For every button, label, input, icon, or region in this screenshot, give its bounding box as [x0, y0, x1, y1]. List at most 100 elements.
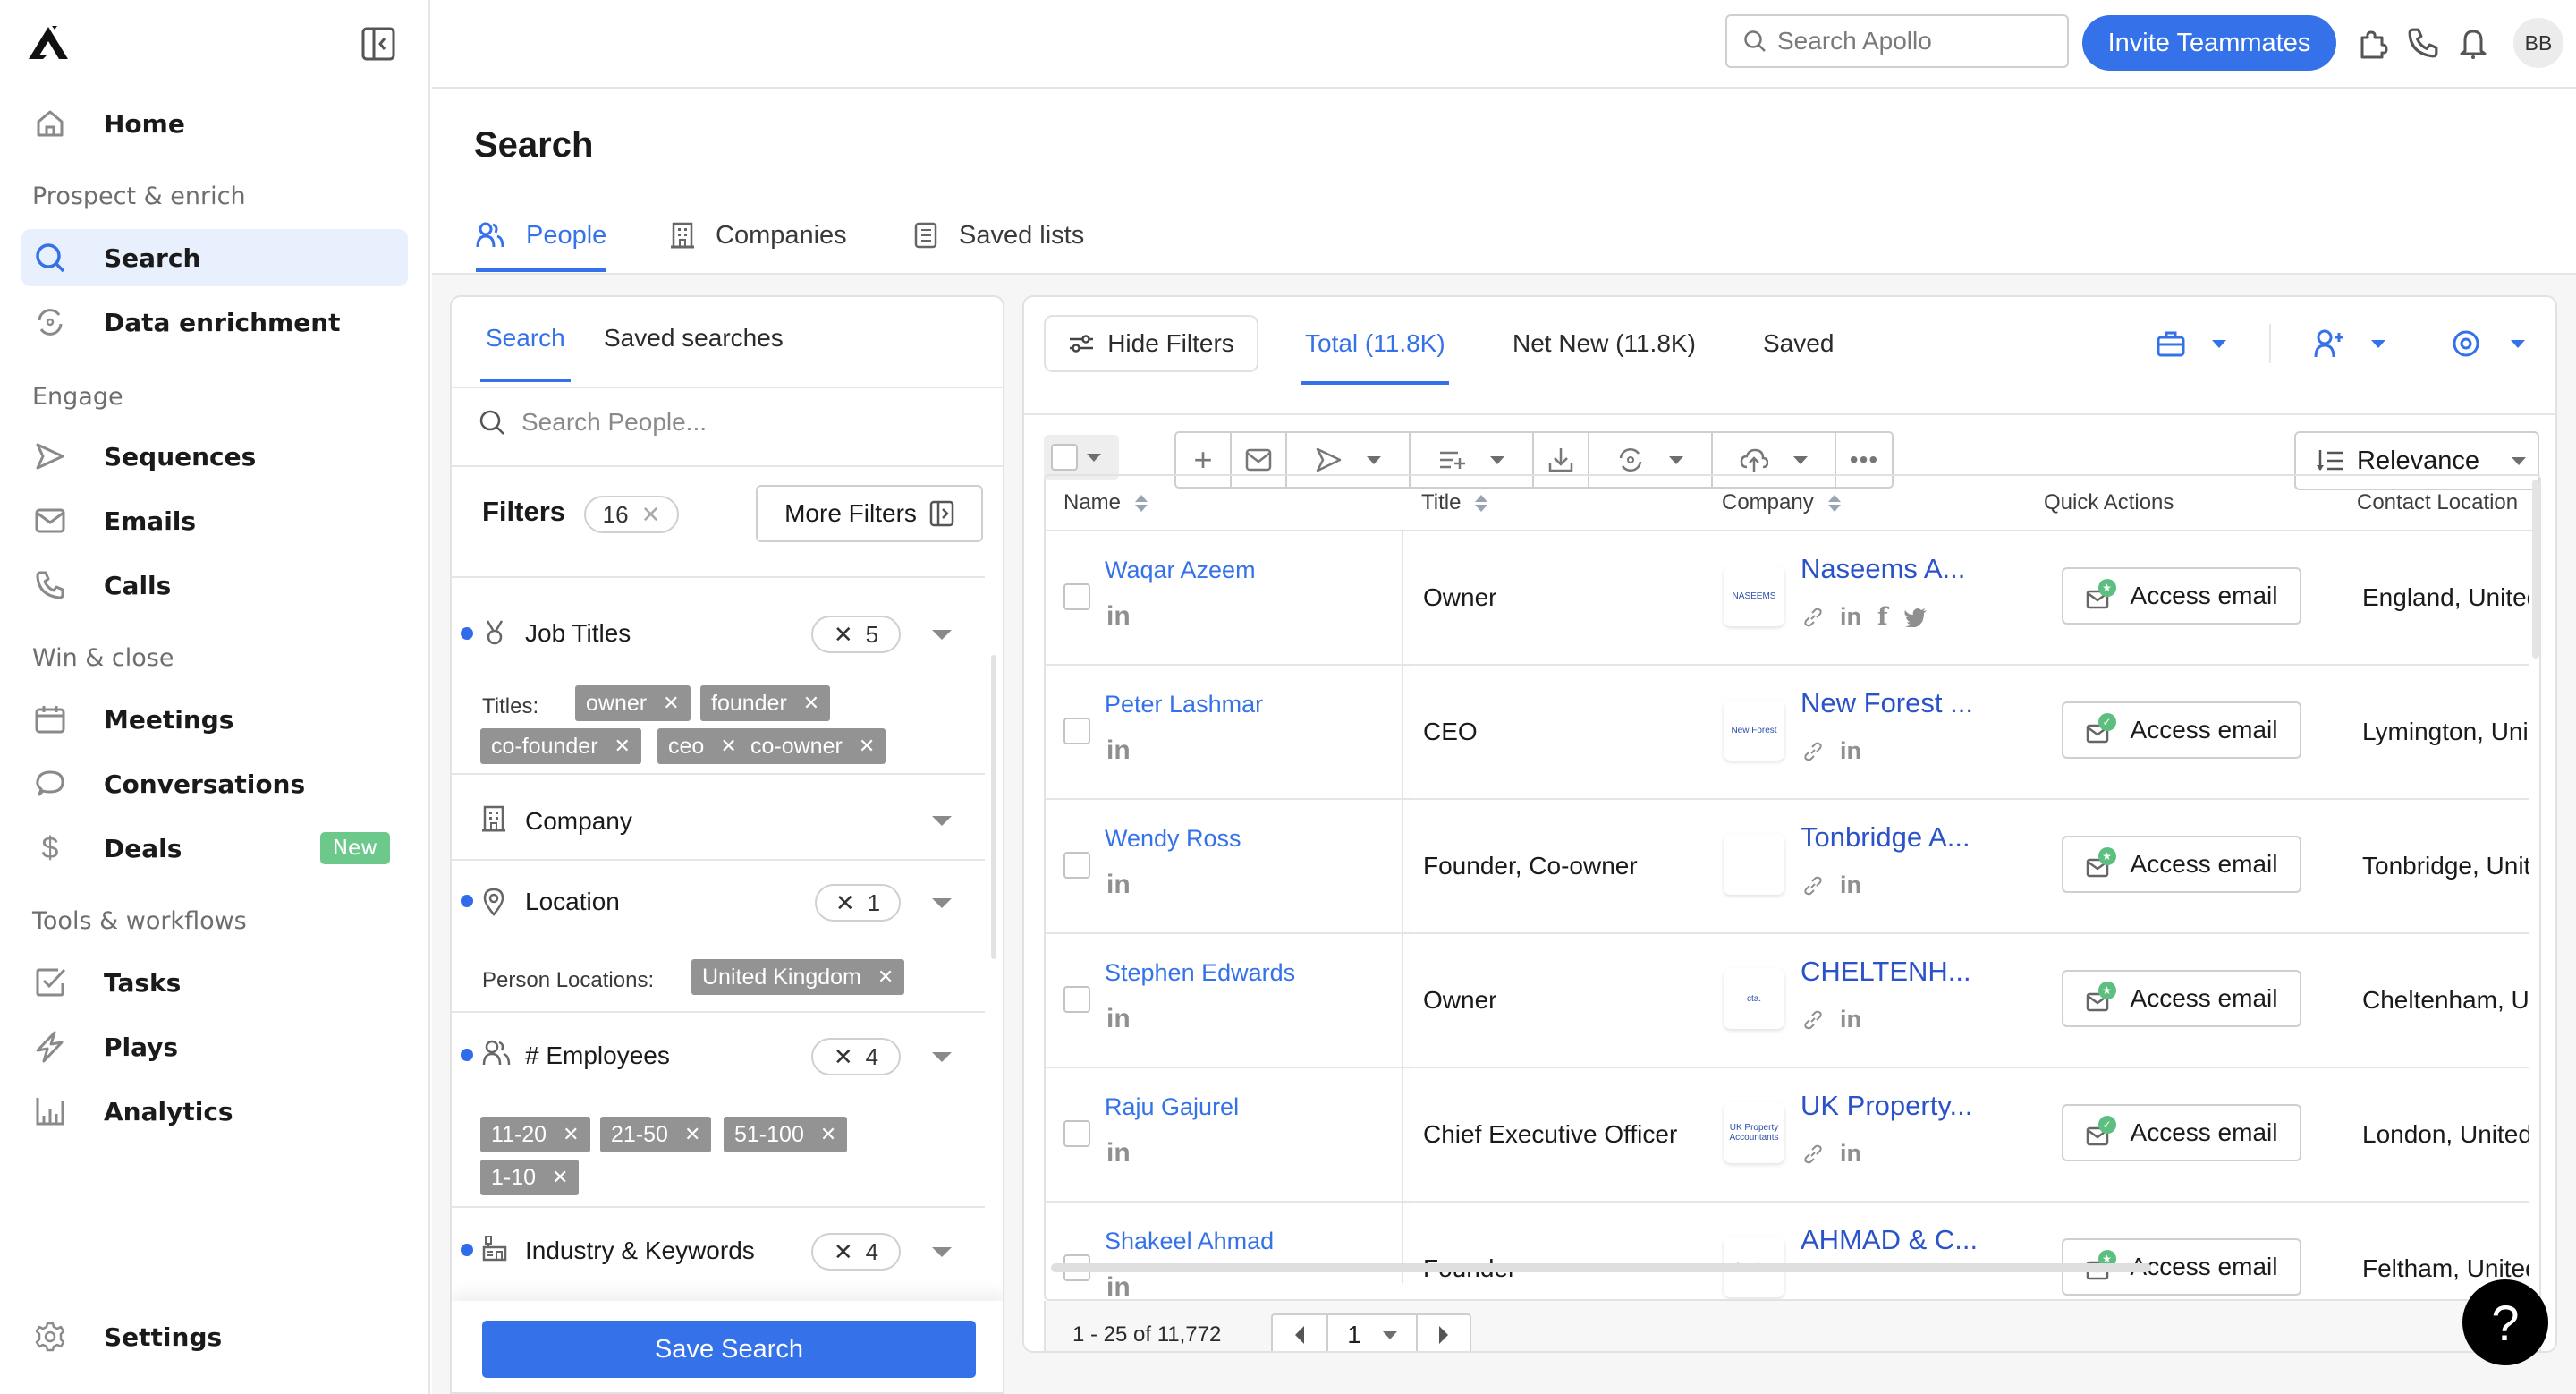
close-icon[interactable]: ✕ — [859, 735, 875, 758]
add-contact-button[interactable] — [2314, 329, 2385, 358]
access-email-button[interactable]: ★ Access email — [2062, 836, 2301, 893]
facebook-icon[interactable]: f — [1877, 603, 1888, 631]
close-icon[interactable]: ✕ — [803, 692, 819, 715]
chevron-down-icon[interactable] — [932, 816, 952, 826]
tab-saved-lists[interactable]: Saved lists — [914, 204, 1084, 267]
row-checkbox[interactable] — [1063, 718, 1090, 744]
company-logo[interactable] — [1724, 834, 1784, 895]
view-options-button[interactable] — [2452, 329, 2525, 358]
close-icon[interactable]: ✕ — [552, 1166, 568, 1189]
global-search-input[interactable]: Search Apollo — [1725, 14, 2069, 68]
linkedin-icon[interactable]: in — [1106, 1004, 1131, 1034]
close-icon[interactable]: ✕ — [720, 735, 736, 758]
person-name-link[interactable]: Shakeel Ahmad — [1105, 1228, 1274, 1255]
column-header-company[interactable]: Company — [1722, 476, 1841, 530]
tab-companies[interactable]: Companies — [671, 204, 847, 267]
sidebar-item-calls[interactable]: Calls — [21, 557, 408, 614]
company-logo[interactable]: UK Property Accountants — [1724, 1102, 1784, 1163]
access-email-button[interactable]: ✓ Access email — [2062, 701, 2301, 759]
column-header-contact-location[interactable]: Contact Location — [2357, 476, 2532, 530]
access-email-button[interactable]: ★ Access email — [2062, 970, 2301, 1027]
linkedin-icon[interactable]: in — [1106, 735, 1131, 766]
filter-tab-search[interactable]: Search — [480, 324, 571, 382]
close-icon[interactable]: ✕ — [820, 1123, 836, 1146]
filter-label[interactable]: Job Titles — [525, 619, 631, 648]
collapse-sidebar-button[interactable] — [361, 27, 395, 61]
row-checkbox[interactable] — [1063, 852, 1090, 879]
close-icon[interactable]: ✕ — [684, 1123, 700, 1146]
company-logo[interactable]: NASEEMS — [1724, 565, 1784, 626]
row-checkbox[interactable] — [1063, 1120, 1090, 1147]
person-name-link[interactable]: Waqar Azeem — [1105, 557, 1256, 584]
horizontal-scrollbar[interactable] — [1051, 1263, 2151, 1272]
notifications-bell-icon[interactable] — [2455, 25, 2491, 61]
company-name-link[interactable]: AHMAD & C... — [1801, 1224, 1978, 1256]
person-name-link[interactable]: Peter Lashmar — [1105, 691, 1263, 718]
close-icon[interactable]: ✕ — [663, 692, 679, 715]
company-logo[interactable]: cta. — [1724, 968, 1784, 1029]
filter-label[interactable]: Industry & Keywords — [525, 1237, 755, 1265]
select-all-dropdown[interactable] — [1044, 435, 1119, 480]
clear-industry-pill[interactable]: ✕ 4 — [811, 1233, 901, 1271]
filter-label[interactable]: # Employees — [525, 1041, 670, 1070]
clear-employees-pill[interactable]: ✕ 4 — [811, 1038, 901, 1075]
column-header-name[interactable]: Name — [1063, 476, 1148, 530]
phone-icon[interactable] — [2405, 25, 2441, 61]
title-chip[interactable]: co-owner ✕ — [740, 728, 886, 764]
company-name-link[interactable]: UK Property... — [1801, 1090, 1972, 1122]
clear-location-pill[interactable]: ✕ 1 — [815, 884, 901, 922]
title-chip[interactable]: founder ✕ — [700, 685, 831, 721]
sidebar-item-emails[interactable]: Emails — [21, 492, 408, 549]
employee-range-chip[interactable]: 11-20 ✕ — [480, 1117, 590, 1152]
save-search-button[interactable]: Save Search — [482, 1321, 976, 1378]
sidebar-item-conversations[interactable]: Conversations — [21, 755, 408, 812]
linkedin-icon[interactable]: in — [1840, 1006, 1861, 1033]
website-link-icon[interactable] — [1802, 1143, 1824, 1165]
sidebar-item-analytics[interactable]: Analytics — [21, 1083, 408, 1140]
title-chip[interactable]: co-founder ✕ — [480, 728, 641, 764]
company-name-link[interactable]: New Forest ... — [1801, 687, 1973, 719]
clear-all-filters-pill[interactable]: 16 ✕ — [584, 496, 679, 533]
company-name-link[interactable]: Naseems A... — [1801, 553, 1965, 585]
linkedin-icon[interactable]: in — [1106, 601, 1131, 632]
chevron-down-icon[interactable] — [932, 630, 952, 640]
access-email-button[interactable]: ✓ Access email — [2062, 1104, 2301, 1161]
linkedin-icon[interactable]: in — [1106, 1138, 1131, 1169]
title-chip[interactable]: owner ✕ — [575, 685, 691, 721]
person-name-link[interactable]: Wendy Ross — [1105, 825, 1241, 853]
hide-filters-button[interactable]: Hide Filters — [1044, 315, 1258, 372]
company-name-link[interactable]: CHELTENH... — [1801, 956, 1971, 988]
row-checkbox[interactable] — [1063, 583, 1090, 610]
chevron-down-icon[interactable] — [932, 898, 952, 908]
website-link-icon[interactable] — [1802, 741, 1824, 762]
person-name-link[interactable]: Raju Gajurel — [1105, 1093, 1239, 1121]
close-icon[interactable]: ✕ — [877, 965, 894, 989]
employee-range-chip[interactable]: 21-50 ✕ — [600, 1117, 712, 1152]
filter-panel-scrollbar[interactable] — [991, 655, 996, 959]
sidebar-item-search[interactable]: Search — [21, 229, 408, 286]
filter-tab-saved-searches[interactable]: Saved searches — [604, 324, 784, 353]
linkedin-icon[interactable]: in — [1106, 870, 1131, 900]
select-all-checkbox[interactable] — [1051, 444, 1078, 471]
linkedin-icon[interactable]: in — [1840, 871, 1861, 899]
tab-net-new[interactable]: Net New (11.8K) — [1513, 329, 1696, 358]
close-icon[interactable]: ✕ — [563, 1123, 579, 1146]
company-logo[interactable]: New Forest — [1724, 700, 1784, 761]
close-icon[interactable]: ✕ — [614, 735, 631, 758]
help-button[interactable]: ? — [2462, 1279, 2548, 1365]
prev-page-button[interactable] — [1273, 1315, 1328, 1351]
sidebar-item-data-enrichment[interactable]: Data enrichment — [21, 293, 408, 351]
website-link-icon[interactable] — [1802, 607, 1824, 628]
people-search-input[interactable]: Search People... — [479, 408, 707, 437]
sidebar-item-plays[interactable]: Plays — [21, 1018, 408, 1075]
filter-label[interactable]: Location — [525, 888, 620, 916]
tab-saved[interactable]: Saved — [1763, 329, 1834, 358]
access-email-button[interactable]: ★ Access email — [2062, 567, 2301, 625]
chevron-down-icon[interactable] — [932, 1052, 952, 1062]
chevron-down-icon[interactable] — [932, 1247, 952, 1257]
more-filters-button[interactable]: More Filters — [756, 485, 983, 542]
sidebar-item-home[interactable]: Home — [21, 95, 408, 152]
row-checkbox[interactable] — [1063, 986, 1090, 1013]
person-name-link[interactable]: Stephen Edwards — [1105, 959, 1295, 987]
assign-to-list-button[interactable] — [2157, 329, 2226, 358]
